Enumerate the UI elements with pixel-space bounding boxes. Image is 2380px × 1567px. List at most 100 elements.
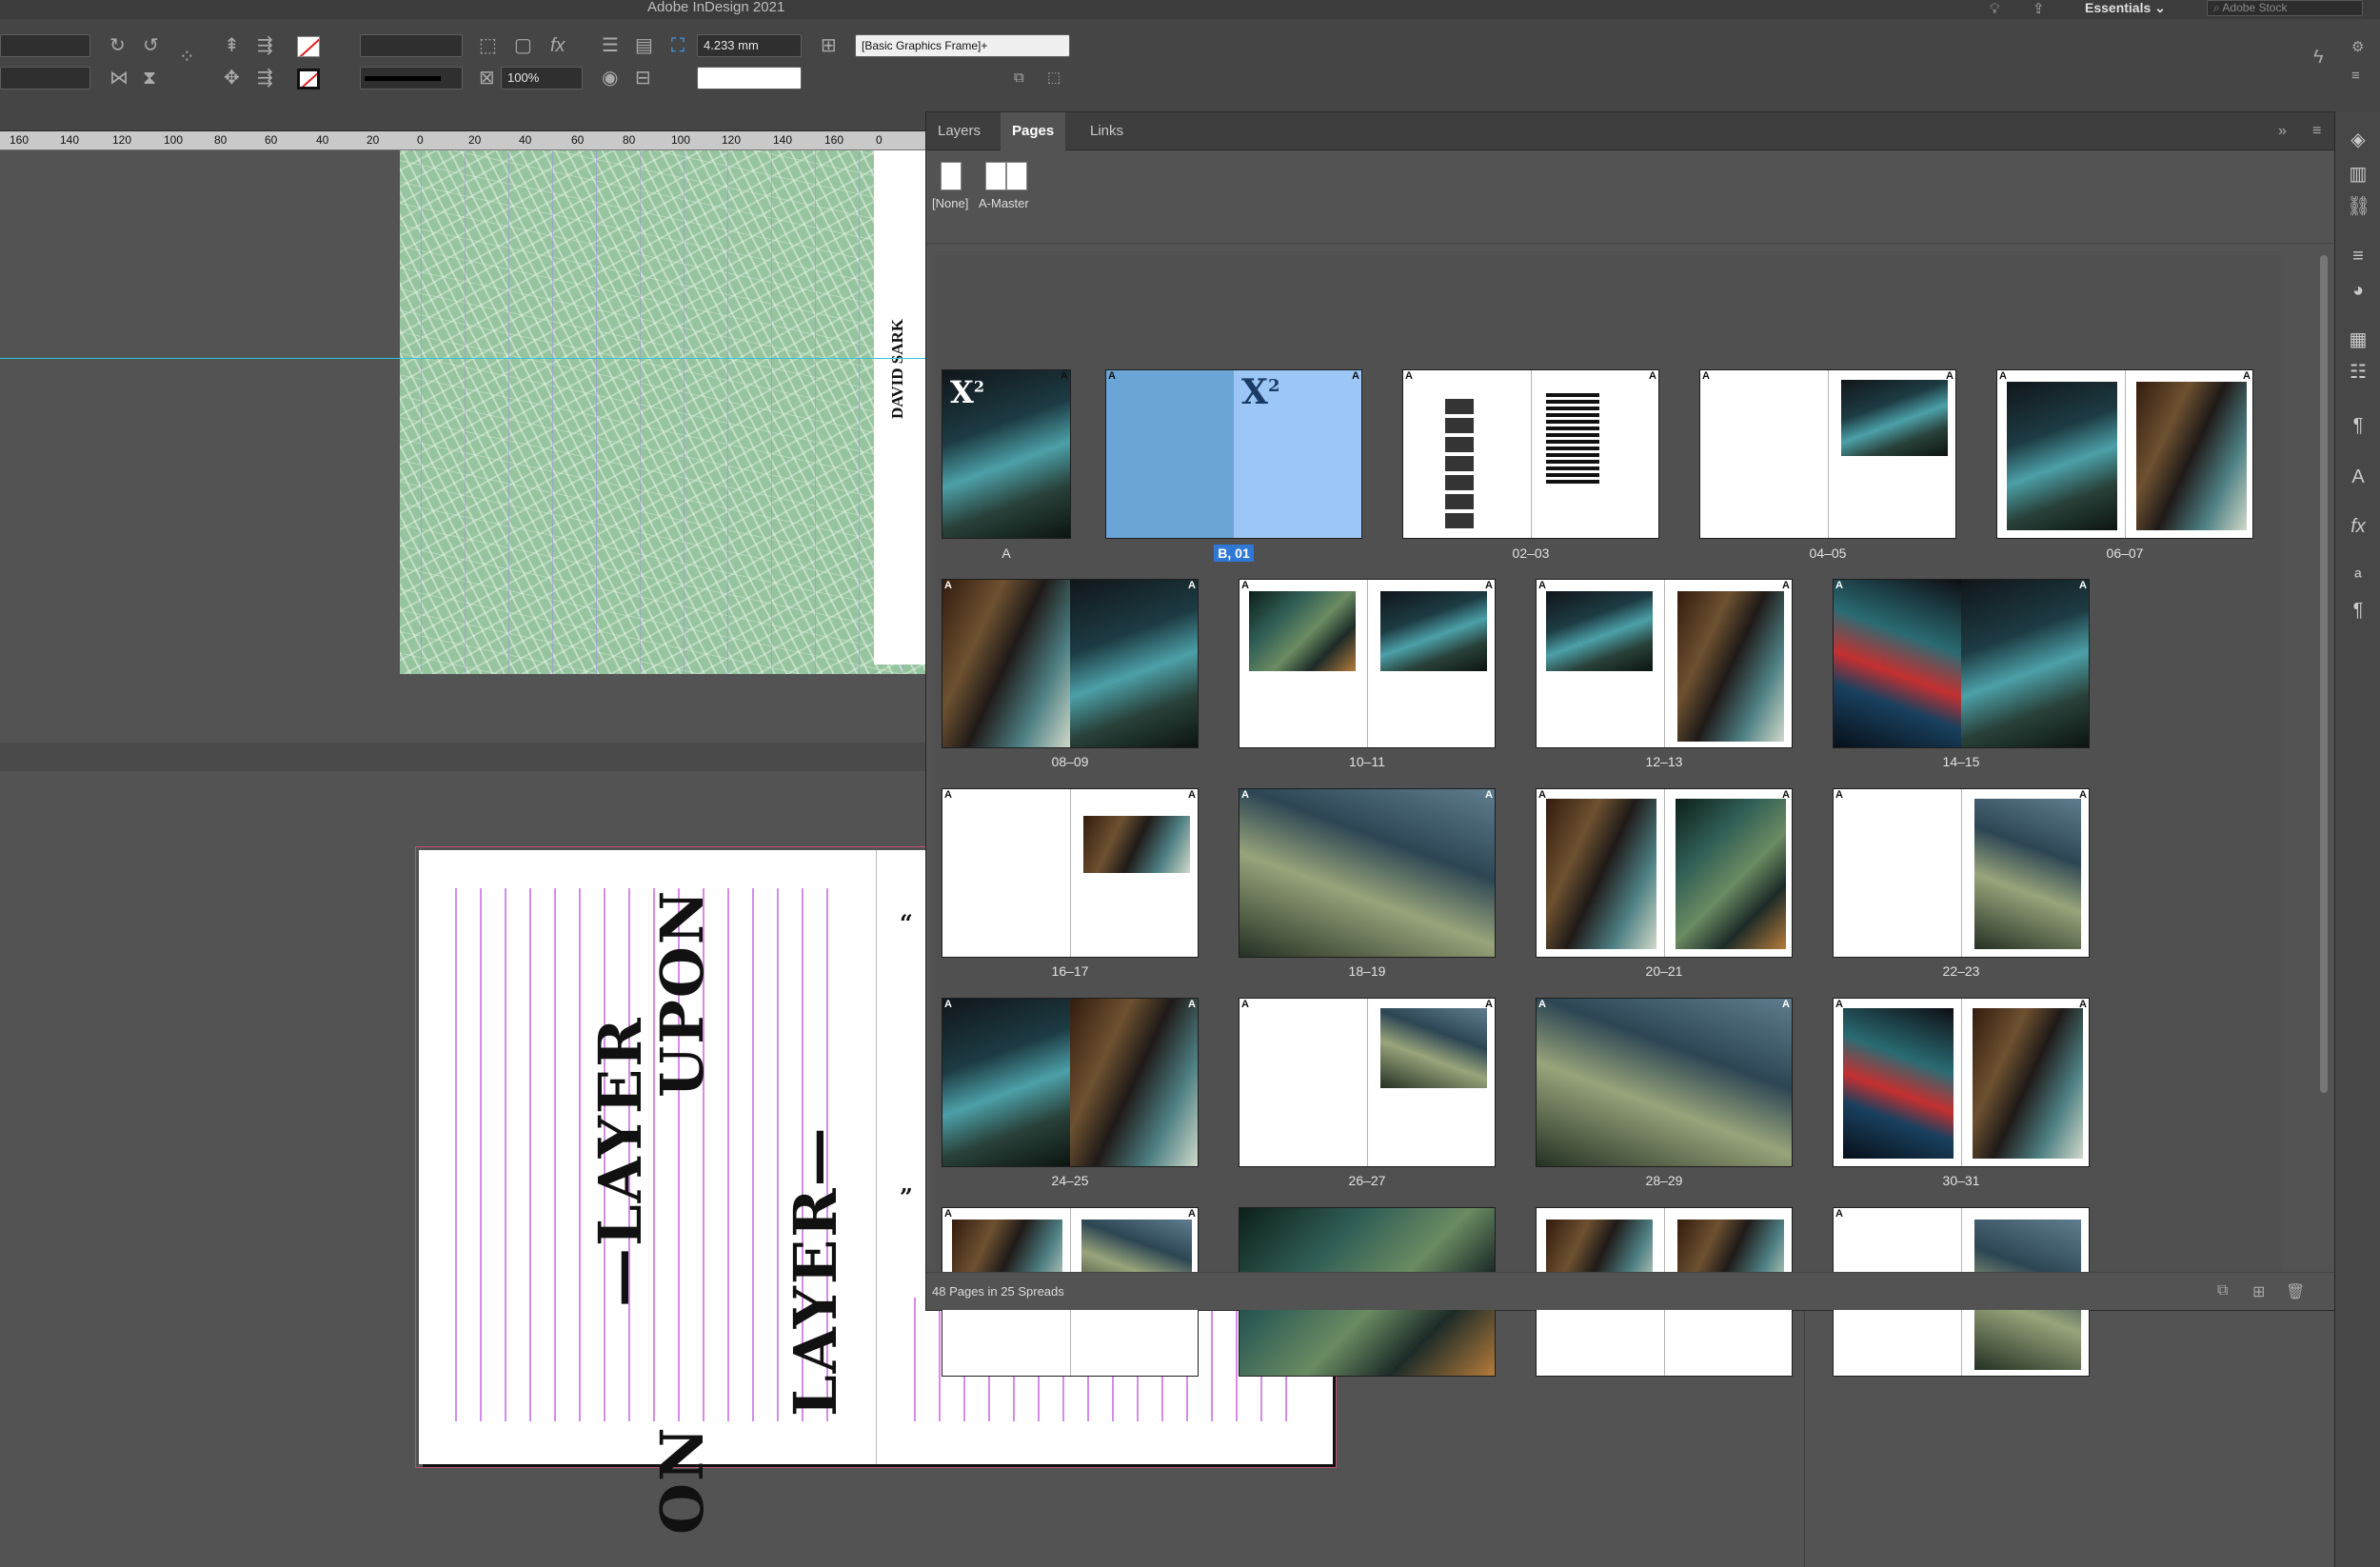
spread-24-25[interactable]: A A — [942, 998, 1199, 1167]
title-bar — [0, 0, 2380, 19]
master-letter: A — [1999, 370, 2007, 382]
wrap-around-icon[interactable]: ▤ — [635, 36, 653, 55]
page-count-status: 48 Pages in 25 Spreads — [932, 1284, 1064, 1299]
links-icon[interactable]: ⛓ — [2347, 195, 2370, 218]
properties-icon[interactable]: ☷ — [2347, 361, 2370, 384]
horizontal-ruler[interactable]: 160 140 120 100 80 60 40 20 0 20 40 60 8… — [0, 131, 928, 150]
spread-18-19[interactable]: A A — [1239, 788, 1496, 958]
stroke-style-field[interactable] — [697, 67, 802, 89]
headline-layer-bottom: LAYER— — [781, 1125, 850, 1417]
spread-06-07[interactable]: A A — [1996, 369, 2253, 539]
opacity-value: 100% — [507, 70, 540, 85]
stroke-type-select[interactable] — [360, 67, 463, 89]
flip-icon[interactable]: ⧗ — [143, 69, 156, 88]
master-letter: A — [1782, 999, 1790, 1010]
ruler-tick: 80 — [214, 133, 228, 147]
object-style-select[interactable]: [Basic Graphics Frame]+ — [855, 34, 1070, 57]
master-letter: A — [1485, 580, 1493, 591]
spread-cover[interactable]: A A X2 — [1105, 369, 1362, 539]
character-icon[interactable]: A — [2347, 466, 2370, 488]
settings-icon[interactable]: ⚙ — [2351, 38, 2364, 57]
character-styles-icon[interactable]: ¶ — [2347, 599, 2370, 622]
spread-28-29[interactable]: A A — [1536, 998, 1793, 1167]
spread-22-23[interactable]: A A — [1833, 788, 2090, 958]
distribute-icon[interactable]: ⇶ — [257, 36, 273, 55]
adobe-stock-search[interactable]: ⌕ Adobe Stock — [2207, 0, 2363, 16]
frame-fitting-icon[interactable]: ⬚ — [479, 36, 497, 55]
effects-icon[interactable]: fx — [2347, 515, 2370, 538]
flip-vertical-icon[interactable]: ⇞ — [224, 36, 240, 55]
align-icon[interactable]: ⇶ — [257, 69, 273, 88]
master-a-thumb-left[interactable] — [985, 162, 1006, 190]
master-letter: A — [1485, 789, 1493, 801]
edit-page-size-icon[interactable]: ⧉ — [2217, 1282, 2228, 1299]
wrap-icon[interactable]: ⊟ — [635, 69, 651, 88]
reference-point-icon[interactable]: ⁘ — [179, 48, 195, 67]
y-field[interactable] — [0, 67, 90, 89]
stroke-icon[interactable]: ≡ — [2347, 245, 2370, 268]
ruler-guide[interactable] — [0, 358, 928, 359]
workspace-switcher[interactable]: Essentials ⌄ — [2085, 0, 2166, 15]
spread-02-03[interactable]: A A — [1402, 369, 1659, 539]
swatches-icon[interactable]: ▦ — [2347, 328, 2370, 351]
scale-icon[interactable]: ⊠ — [479, 69, 495, 88]
stroke-weight-field[interactable]: 4.233 mm — [697, 34, 802, 57]
menu-icon[interactable]: ≡ — [2351, 67, 2360, 86]
tab-layers[interactable]: Layers — [926, 112, 992, 150]
spread-14-15[interactable]: A A — [1833, 579, 2090, 748]
spread-a[interactable]: A X2 — [942, 369, 1071, 539]
frame-options-icon[interactable]: ⬚ — [1047, 69, 1061, 88]
paragraph-icon[interactable]: ¶ — [2347, 414, 2370, 437]
layers-icon[interactable]: ◈ — [2347, 129, 2370, 151]
text-wrap-icon[interactable]: ☰ — [602, 36, 619, 55]
color-icon[interactable]: ◕ — [2347, 279, 2370, 302]
rotate-cw-icon[interactable]: ↻ — [109, 36, 126, 55]
master-letter: A — [1405, 370, 1413, 382]
fill-swatch[interactable] — [297, 36, 320, 57]
stroke-swatch[interactable] — [297, 69, 320, 89]
master-letter: A — [1188, 580, 1196, 591]
spread-16-17[interactable]: A A — [942, 788, 1199, 958]
quick-apply-icon[interactable]: ⧉ — [1014, 69, 1024, 88]
auto-fit-icon[interactable]: ⛶ — [671, 36, 684, 55]
spreads-grid: A X2 A A A X2 B, 01 A A 02–03 A A 04–05 — [936, 255, 2282, 1377]
object-style-icon[interactable]: ⊞ — [821, 36, 837, 55]
spread-30-31[interactable]: A A — [1833, 998, 2090, 1167]
panel-menu-icon[interactable]: ≡ — [2312, 122, 2321, 141]
frame-icon[interactable]: ▢ — [514, 36, 532, 55]
rotate-ccw-icon[interactable]: ↺ — [143, 36, 159, 55]
ruler-tick: 100 — [164, 133, 184, 147]
spread-26-27[interactable]: A A — [1239, 998, 1496, 1167]
new-page-icon[interactable]: ⊞ — [2252, 1282, 2265, 1301]
content-grabber-icon[interactable]: ◉ — [602, 69, 618, 88]
paragraph-styles-icon[interactable]: ª — [2347, 566, 2370, 589]
spread-20-21[interactable]: A A — [1536, 788, 1793, 958]
lightning-icon[interactable]: ϟ — [2313, 48, 2324, 67]
collapse-icon[interactable]: » — [2278, 122, 2287, 141]
spread-label: 30–31 — [1942, 1173, 1980, 1188]
master-none-thumb[interactable] — [941, 162, 962, 190]
panel-status-bar: 48 Pages in 25 Spreads ⧉ ⊞ 🗑︎ — [926, 1272, 2358, 1310]
lightbulb-icon[interactable]: 💡︎ — [1990, 0, 2000, 19]
move-icon[interactable]: ✥ — [224, 69, 240, 88]
panel-scrollbar[interactable] — [2320, 255, 2328, 1093]
opacity-field[interactable]: 100% — [501, 67, 583, 89]
master-letter: A — [1835, 580, 1843, 591]
tab-links[interactable]: Links — [1079, 112, 1135, 150]
effects-fx-icon[interactable]: fx — [550, 36, 565, 55]
spread-12-13[interactable]: A A — [1536, 579, 1793, 748]
delete-page-icon[interactable]: 🗑︎ — [2286, 1282, 2305, 1301]
share-icon[interactable]: ⇪ — [2033, 0, 2045, 19]
spread-label: 26–27 — [1348, 1173, 1386, 1188]
master-a-thumb-right[interactable] — [1006, 162, 1027, 190]
map-spread[interactable] — [400, 150, 933, 674]
ruler-tick: 140 — [60, 133, 80, 147]
stroke-weight-select[interactable] — [360, 34, 463, 57]
spread-04-05[interactable]: A A — [1699, 369, 1956, 539]
spread-08-09[interactable]: A A — [942, 579, 1199, 748]
pages-icon[interactable]: ▥ — [2347, 163, 2370, 186]
tab-pages[interactable]: Pages — [1001, 112, 1066, 150]
spread-10-11[interactable]: A A — [1239, 579, 1496, 748]
x-field[interactable] — [0, 34, 90, 57]
flip-horizontal-icon[interactable]: ⋈ — [109, 69, 129, 88]
